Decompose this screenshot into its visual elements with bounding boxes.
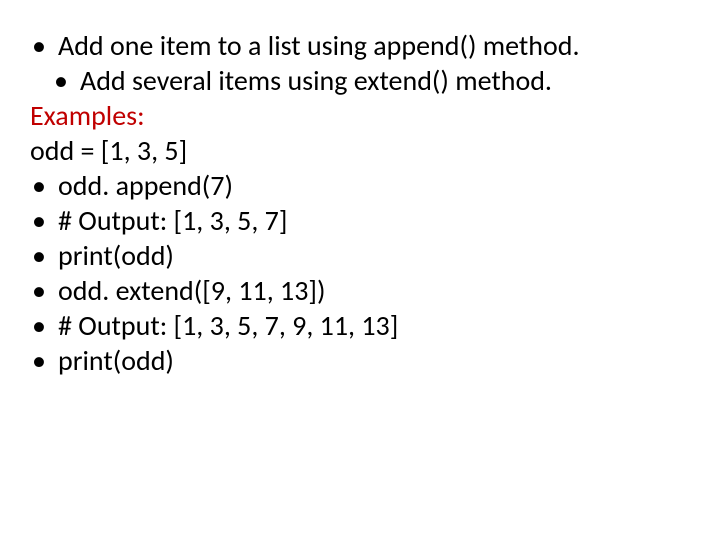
text-extend-method: Add several items using extend() method. xyxy=(80,63,552,98)
bullet-icon: • xyxy=(30,343,48,378)
bullet-line-extend-call: • odd. extend([9, 11, 13]) xyxy=(30,273,690,308)
text-extend-call: odd. extend([9, 11, 13]) xyxy=(58,273,325,308)
text-output1: # Output: [1, 3, 5, 7] xyxy=(58,203,287,238)
bullet-line-print2: • print(odd) xyxy=(30,343,690,378)
bullet-line-output1: • # Output: [1, 3, 5, 7] xyxy=(30,203,690,238)
bullet-icon: • xyxy=(30,273,48,308)
bullet-line-output2: • # Output: [1, 3, 5, 7, 9, 11, 13] xyxy=(30,308,690,343)
text-output2: # Output: [1, 3, 5, 7, 9, 11, 13] xyxy=(58,308,398,343)
text-print1: print(odd) xyxy=(58,238,174,273)
bullet-icon: • xyxy=(30,168,48,203)
bullet-line-print1: • print(odd) xyxy=(30,238,690,273)
bullet-icon: • xyxy=(30,28,48,63)
slide: • Add one item to a list using append() … xyxy=(0,0,720,540)
bullet-line-append-call: • odd. append(7) xyxy=(30,168,690,203)
text-examples-heading: Examples: xyxy=(30,98,145,133)
line-examples: Examples: xyxy=(30,98,690,133)
bullet-line-append: • Add one item to a list using append() … xyxy=(30,28,690,63)
bullet-icon: • xyxy=(30,203,48,238)
bullet-icon: • xyxy=(52,63,70,98)
text-append-method: Add one item to a list using append() me… xyxy=(58,28,580,63)
bullet-line-extend: • Add several items using extend() metho… xyxy=(30,63,690,98)
text-append-call: odd. append(7) xyxy=(58,168,233,203)
bullet-icon: • xyxy=(30,238,48,273)
text-print2: print(odd) xyxy=(58,343,174,378)
text-odd-init: odd = [1, 3, 5] xyxy=(30,133,187,168)
bullet-icon: • xyxy=(30,308,48,343)
line-odd-init: odd = [1, 3, 5] xyxy=(30,133,690,168)
